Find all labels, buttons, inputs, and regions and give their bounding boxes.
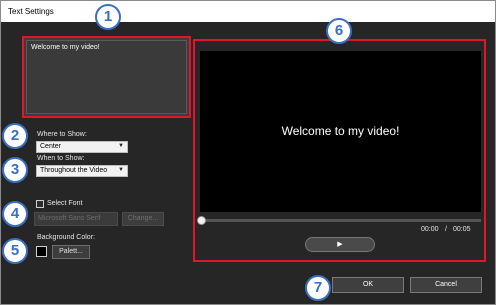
when-to-show-label: When to Show: — [37, 155, 85, 162]
play-icon: ▶ — [337, 241, 343, 248]
cancel-button[interactable]: Cancel — [410, 277, 482, 293]
where-to-show-select[interactable]: Center ▼ — [36, 141, 128, 153]
chevron-down-icon: ▼ — [118, 143, 124, 149]
seek-handle[interactable] — [197, 216, 206, 225]
callout-4: 4 — [2, 201, 28, 227]
chevron-down-icon: ▼ — [118, 167, 124, 173]
select-font-checkbox[interactable] — [36, 200, 44, 208]
text-input-highlight: Welcome to my video! — [22, 36, 191, 118]
font-name-field: Microsoft Sans Serif — [34, 212, 118, 226]
where-to-show-label: Where to Show: — [37, 131, 87, 138]
when-to-show-select[interactable]: Throughout the Video ▼ — [36, 165, 128, 177]
time-current: 00:00 — [421, 226, 439, 233]
callout-3: 3 — [2, 157, 28, 183]
background-color-label: Background Color: — [37, 234, 95, 241]
background-color-swatch — [36, 246, 47, 257]
video-preview: Welcome to my video! — [200, 51, 481, 212]
time-total: 00:05 — [453, 226, 471, 233]
text-input[interactable]: Welcome to my video! — [26, 40, 187, 114]
play-button[interactable]: ▶ — [305, 237, 375, 252]
callout-5: 5 — [2, 238, 28, 264]
when-to-show-value: Throughout the Video — [40, 167, 108, 174]
select-font-label: Select Font — [47, 200, 83, 207]
callout-2: 2 — [2, 123, 28, 149]
title-bar: Text Settings — [1, 1, 495, 22]
callout-1: 1 — [95, 4, 121, 30]
callout-6: 6 — [326, 18, 352, 44]
time-separator: / — [445, 226, 447, 233]
text-settings-dialog: Text Settings Welcome to my video! Where… — [0, 0, 496, 305]
change-font-button[interactable]: Change... — [122, 212, 164, 226]
where-to-show-value: Center — [40, 143, 62, 150]
seek-bar[interactable] — [201, 219, 481, 222]
palette-button[interactable]: Palett... — [52, 245, 90, 259]
window-title: Text Settings — [8, 7, 54, 16]
callout-7: 7 — [305, 275, 331, 301]
preview-caption: Welcome to my video! — [281, 124, 400, 138]
ok-button[interactable]: OK — [332, 277, 404, 293]
